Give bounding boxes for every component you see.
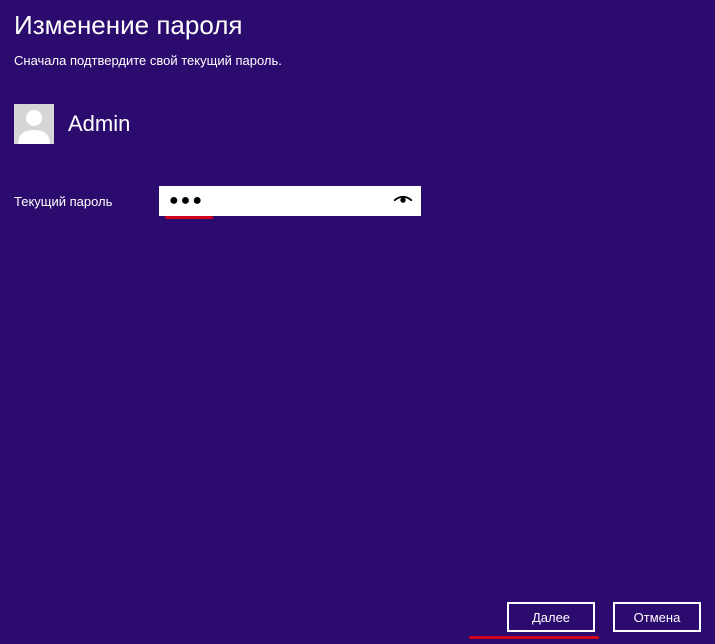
annotation-underline-button bbox=[469, 636, 599, 639]
user-avatar-icon bbox=[14, 104, 54, 144]
current-password-label: Текущий пароль bbox=[14, 194, 159, 209]
user-name: Admin bbox=[68, 111, 130, 137]
password-reveal-icon[interactable] bbox=[391, 189, 415, 213]
cancel-button[interactable]: Отмена bbox=[613, 602, 701, 632]
annotation-underline-input bbox=[165, 216, 213, 219]
current-password-input[interactable] bbox=[159, 186, 421, 216]
page-subtitle: Сначала подтвердите свой текущий пароль. bbox=[14, 53, 701, 68]
next-button[interactable]: Далее bbox=[507, 602, 595, 632]
page-title: Изменение пароля bbox=[14, 10, 701, 41]
user-account-row: Admin bbox=[0, 76, 715, 144]
